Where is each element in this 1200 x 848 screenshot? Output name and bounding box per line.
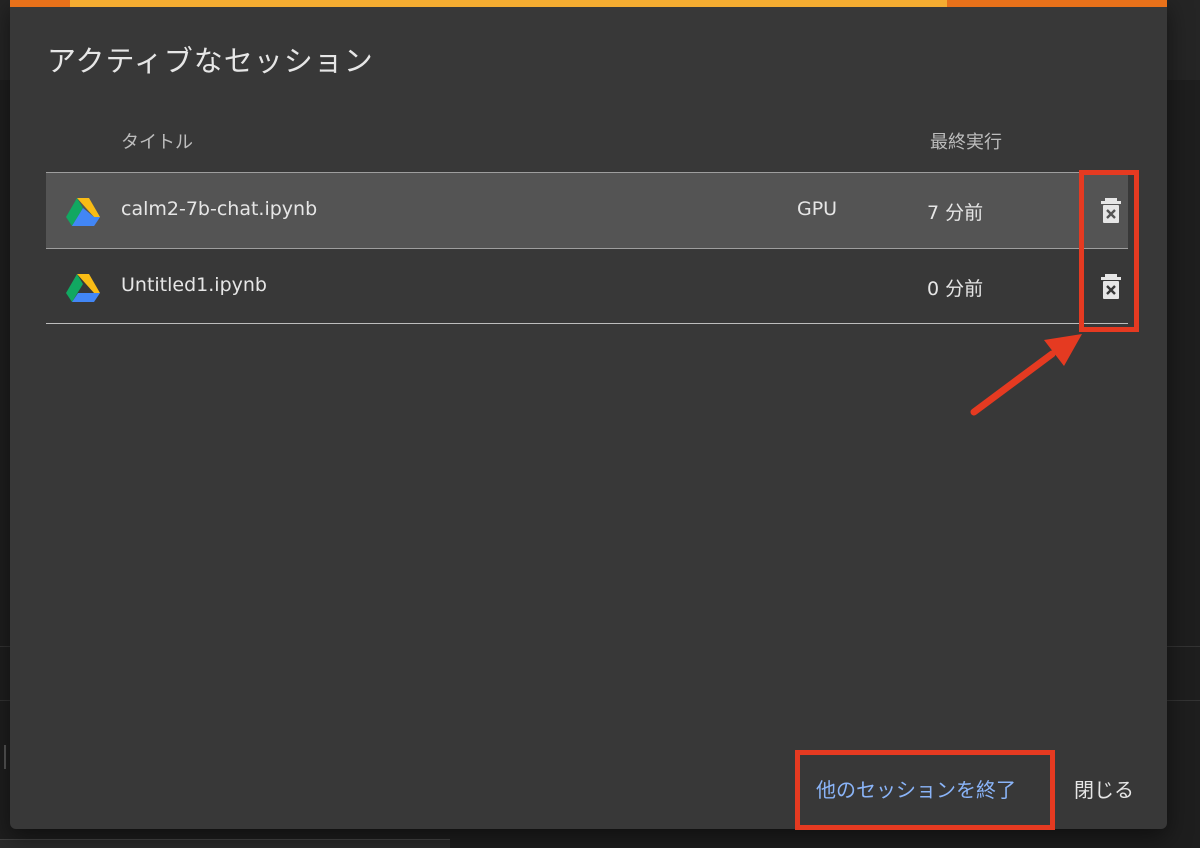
session-file-name[interactable]: Untitled1.ipynb (121, 274, 267, 296)
close-button[interactable]: 閉じる (1074, 774, 1134, 803)
arrow-annotation-icon (970, 334, 1082, 416)
google-drive-icon (66, 198, 100, 226)
progress-bar (10, 0, 1167, 7)
google-drive-icon (66, 274, 100, 302)
session-last-run: 7 分前 (927, 202, 984, 224)
session-accelerator: GPU (797, 198, 838, 220)
session-row[interactable]: calm2-7b-chat.ipynb GPU 7 分前 (46, 172, 1128, 248)
delete-buttons-highlight (1079, 170, 1139, 332)
background-cell-edge (0, 839, 450, 848)
dialog-title: アクティブなセッション (47, 44, 374, 78)
column-header-title: タイトル (121, 132, 193, 153)
progress-bar-fill (70, 0, 947, 7)
terminate-button-highlight (795, 750, 1055, 830)
session-last-run: 0 分前 (927, 278, 984, 300)
session-file-name[interactable]: calm2-7b-chat.ipynb (121, 198, 317, 220)
session-row[interactable]: Untitled1.ipynb 0 分前 (46, 248, 1128, 324)
column-header-last-run: 最終実行 (930, 132, 1002, 153)
colab-page: アクティブなセッション タイトル 最終実行 calm2-7b-chat.ipyn… (0, 0, 1200, 848)
background-cell-marker (4, 745, 6, 769)
